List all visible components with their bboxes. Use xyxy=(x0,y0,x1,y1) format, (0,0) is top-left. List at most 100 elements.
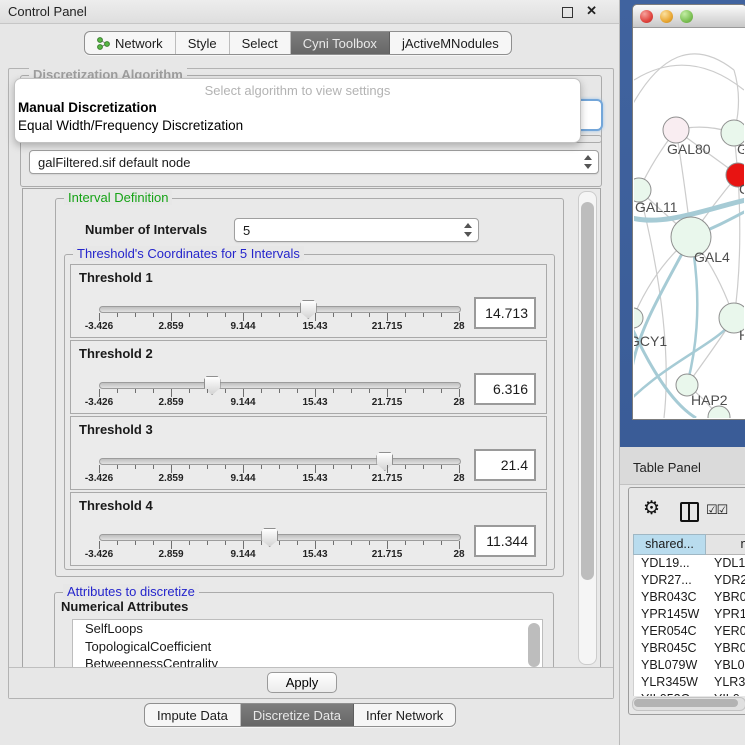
network-node[interactable] xyxy=(663,117,689,143)
tick-mark xyxy=(459,541,460,549)
tick-mark xyxy=(297,389,298,393)
apply-button[interactable]: Apply xyxy=(267,672,337,693)
slider-track[interactable] xyxy=(99,534,461,541)
network-graph[interactable]: GAL80GAL11GAL4GCY1HAP2GACH xyxy=(634,28,744,418)
scale-label: 21.715 xyxy=(372,549,403,560)
close-traffic-light[interactable] xyxy=(640,10,653,23)
slider-track[interactable] xyxy=(99,306,461,313)
tick-mark xyxy=(333,541,334,545)
tab-style[interactable]: Style xyxy=(176,32,230,54)
threshold-value-field[interactable]: 21.4 xyxy=(474,449,536,481)
table-row[interactable]: YER054CYER0 xyxy=(634,623,745,640)
tick-mark xyxy=(405,389,406,393)
tick-mark xyxy=(315,465,316,473)
table-cell: YIL0 xyxy=(707,691,745,696)
tick-mark xyxy=(135,313,136,317)
scale-label: 28 xyxy=(453,473,464,484)
tick-mark xyxy=(279,541,280,545)
slider-track[interactable] xyxy=(99,458,461,465)
threshold-value-field[interactable]: 6.316 xyxy=(474,373,536,405)
network-node[interactable] xyxy=(634,308,643,328)
table-horizontal-scrollbar[interactable] xyxy=(632,697,745,711)
node-label: GCY1 xyxy=(634,333,667,349)
tab-infer-network[interactable]: Infer Network xyxy=(354,704,455,726)
apply-strip: Apply xyxy=(9,667,613,698)
tab-network[interactable]: Network xyxy=(85,32,176,54)
network-edge[interactable] xyxy=(634,54,734,113)
panel-scrollbar[interactable] xyxy=(578,191,597,665)
list-item[interactable]: SelfLoops xyxy=(73,620,542,638)
gear-icon[interactable]: ⚙ xyxy=(643,497,660,520)
scale-label: -3.426 xyxy=(85,549,113,560)
column-header[interactable]: n xyxy=(706,534,745,555)
node-label: HAP2 xyxy=(691,392,728,408)
scrollbar-thumb[interactable] xyxy=(581,202,594,580)
threshold-label: Threshold 4 xyxy=(79,498,153,513)
slider-scale-labels: -3.4262.8599.14415.4321.71528 xyxy=(99,321,459,332)
tab-discretize-data[interactable]: Discretize Data xyxy=(241,704,354,726)
algorithm-option[interactable]: Manual Discretization xyxy=(15,99,580,117)
scrollbar-thumb[interactable] xyxy=(634,699,738,707)
tick-mark xyxy=(99,313,100,321)
columns-icon[interactable] xyxy=(680,502,699,522)
node-table: shared...n YDL19...YDL1YDR27...YDR2YBR04… xyxy=(633,534,745,696)
float-window-icon[interactable] xyxy=(562,7,573,18)
close-icon[interactable]: ✕ xyxy=(586,3,597,19)
tick-mark xyxy=(135,389,136,393)
table-row[interactable]: YDL19...YDL1 xyxy=(634,555,745,572)
table-row[interactable]: YDR27...YDR2 xyxy=(634,572,745,589)
table-data-selected-value: galFiltered.sif default node xyxy=(38,155,190,170)
minimize-traffic-light[interactable] xyxy=(660,10,673,23)
scale-label: 28 xyxy=(453,549,464,560)
threshold-value-field[interactable]: 14.713 xyxy=(474,297,536,329)
table-row[interactable]: YLR345WYLR3 xyxy=(634,674,745,691)
tick-mark xyxy=(171,465,172,473)
tab-select[interactable]: Select xyxy=(230,32,291,54)
table-cell: YBL079W xyxy=(634,657,707,674)
numerical-attributes-list[interactable]: SelfLoopsTopologicalCoefficientBetweenne… xyxy=(72,619,543,668)
tab-impute-data[interactable]: Impute Data xyxy=(145,704,241,726)
algorithm-prompt: Select algorithm to view settings xyxy=(15,82,580,99)
tab-cyni-toolbox[interactable]: Cyni Toolbox xyxy=(291,32,390,54)
algorithm-dropdown-popup: Select algorithm to view settingsManual … xyxy=(14,78,581,143)
tick-mark xyxy=(351,389,352,393)
network-canvas[interactable]: GAL80GAL11GAL4GCY1HAP2GACH xyxy=(634,28,744,418)
number-of-intervals-label: Number of Intervals xyxy=(85,222,207,237)
column-header[interactable]: shared... xyxy=(633,534,706,555)
checkboxes-icon[interactable]: ☑☑ xyxy=(706,502,727,518)
table-row[interactable]: YIL052CYIL0 xyxy=(634,691,745,696)
algorithm-option[interactable]: Equal Width/Frequency Discretization xyxy=(15,117,580,135)
threshold-box: Threshold 1-3.4262.8599.14415.4321.71528… xyxy=(70,264,547,338)
scale-label: -3.426 xyxy=(85,397,113,408)
threshold-value-field[interactable]: 11.344 xyxy=(474,525,536,557)
number-of-intervals-combobox[interactable]: 5 xyxy=(234,218,479,242)
threshold-box: Threshold 3-3.4262.8599.14415.4321.71528… xyxy=(70,416,547,490)
tick-mark xyxy=(369,465,370,469)
network-icon xyxy=(97,37,110,50)
scale-label: 28 xyxy=(453,397,464,408)
list-scrollbar[interactable] xyxy=(528,623,540,667)
slider-track[interactable] xyxy=(99,382,461,389)
tick-mark xyxy=(459,389,460,397)
tick-mark xyxy=(243,389,244,397)
node-label: GA xyxy=(737,141,744,157)
table-row[interactable]: YBR043CYBR0 xyxy=(634,589,745,606)
table-panel-titlebar: Table Panel xyxy=(620,447,745,485)
table-row[interactable]: YBR045CYBR0 xyxy=(634,640,745,657)
node-label: C xyxy=(739,181,744,197)
scale-label: 9.144 xyxy=(230,397,255,408)
tab-label: Network xyxy=(115,36,163,51)
tick-mark xyxy=(315,313,316,321)
tick-mark xyxy=(99,389,100,397)
tick-mark xyxy=(297,465,298,469)
table-row[interactable]: YBL079WYBL0 xyxy=(634,657,745,674)
table-data-combobox[interactable]: galFiltered.sif default node xyxy=(29,150,599,174)
tick-mark xyxy=(441,389,442,393)
interval-definition-title: Interval Definition xyxy=(64,190,172,205)
list-item[interactable]: TopologicalCoefficient xyxy=(73,638,542,656)
table-row[interactable]: YPR145WYPR1 xyxy=(634,606,745,623)
tick-mark xyxy=(153,541,154,545)
zoom-traffic-light[interactable] xyxy=(680,10,693,23)
table-cell: YDR27... xyxy=(634,572,707,589)
tab-jactivemnodules[interactable]: jActiveMNodules xyxy=(390,32,511,54)
